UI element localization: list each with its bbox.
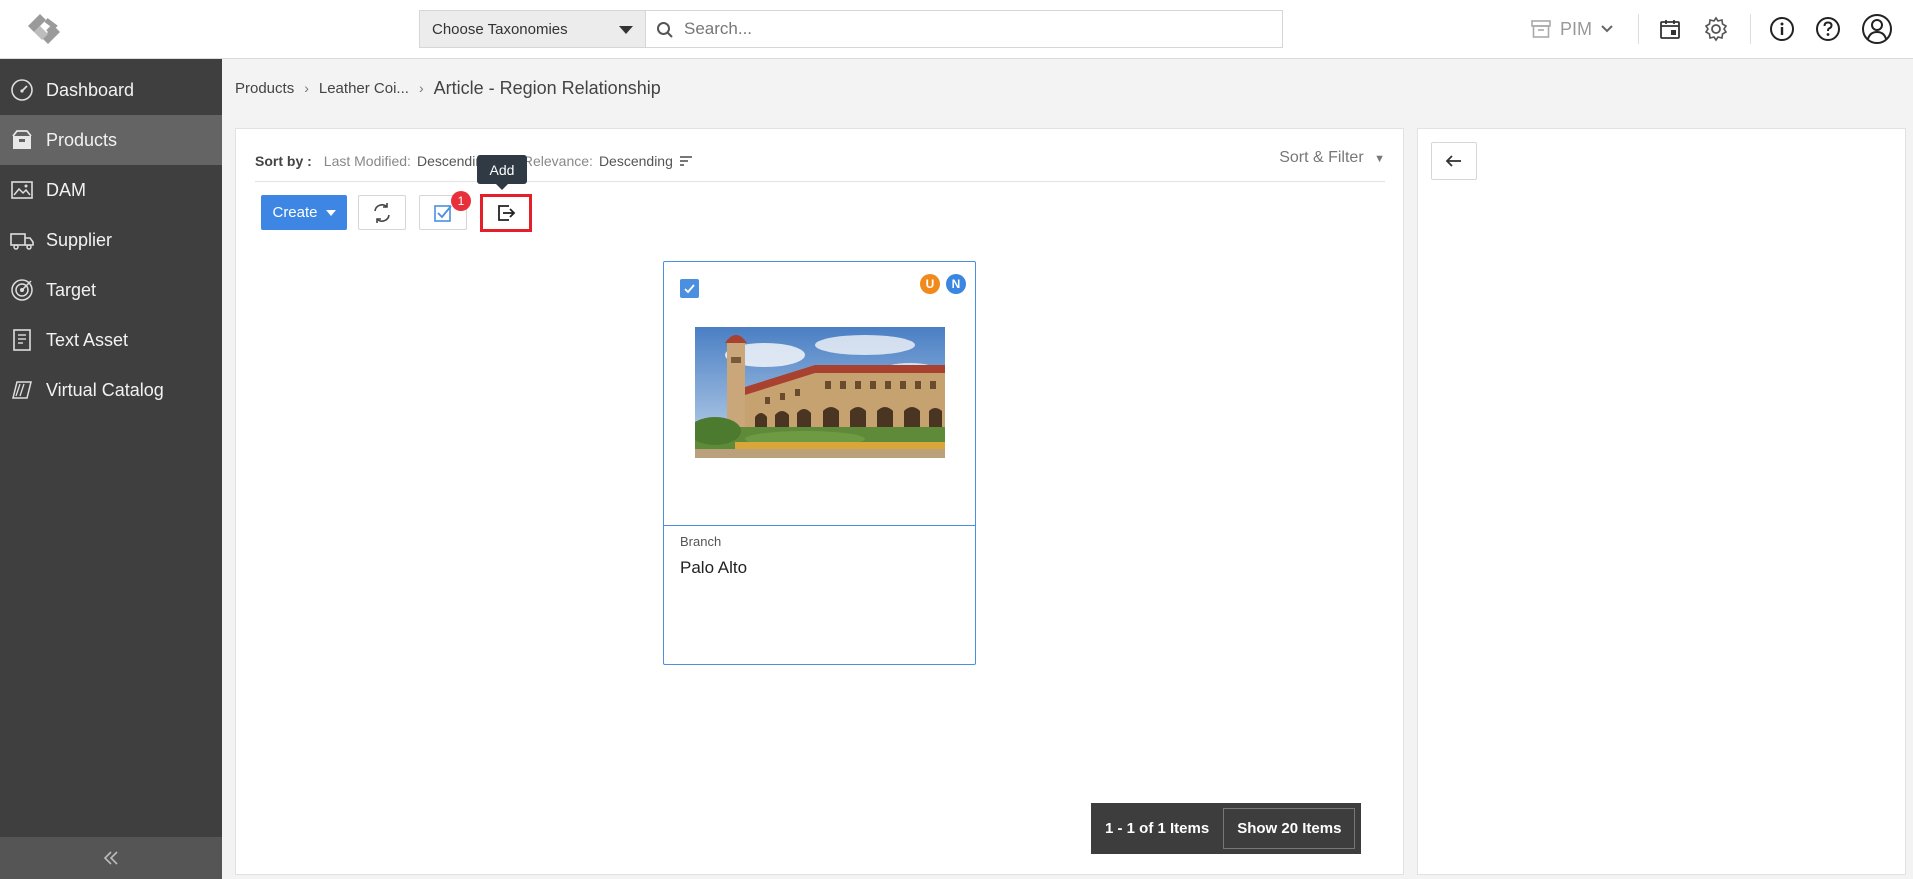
card-thumbnail bbox=[695, 327, 945, 458]
add-export-icon bbox=[498, 205, 516, 221]
taxonomy-select-label: Choose Taxonomies bbox=[432, 21, 568, 38]
status-badge-letter: U bbox=[925, 277, 935, 291]
pagination: 1 - 1 of 1 Items Show 20 Items bbox=[1091, 803, 1362, 854]
search-input[interactable] bbox=[684, 17, 1264, 41]
card-type-label: Branch bbox=[680, 534, 722, 549]
sidebar-item-label: Supplier bbox=[46, 229, 113, 250]
gear-icon[interactable] bbox=[1701, 14, 1731, 44]
calendar-icon[interactable] bbox=[1655, 14, 1685, 44]
top-bar: Choose Taxonomies PIM bbox=[0, 0, 1913, 59]
sidebar-item-dam[interactable]: DAM bbox=[0, 165, 222, 215]
box-icon bbox=[9, 127, 35, 153]
card-checkbox[interactable] bbox=[680, 279, 699, 298]
detail-panel bbox=[1417, 128, 1906, 875]
image-icon bbox=[9, 177, 35, 203]
refresh-icon bbox=[374, 202, 390, 223]
sidebar: Dashboard Products DAM Supplier Target T… bbox=[0, 59, 222, 879]
logo-icon[interactable] bbox=[20, 10, 68, 48]
divider bbox=[1750, 14, 1751, 44]
sidebar-item-label: Products bbox=[46, 129, 118, 150]
divider bbox=[664, 525, 975, 526]
sidebar-item-target[interactable]: Target bbox=[0, 265, 222, 315]
caret-down-icon: ▼ bbox=[1374, 153, 1385, 165]
caret-down-icon bbox=[325, 209, 336, 216]
checkbox-icon bbox=[434, 204, 452, 222]
page-size-button[interactable]: Show 20 Items bbox=[1223, 808, 1356, 849]
create-button[interactable]: Create bbox=[261, 195, 347, 230]
results-panel: Sort by : Last Modified: Descending Rele… bbox=[235, 128, 1404, 875]
create-button-label: Create bbox=[272, 204, 318, 221]
breadcrumb-item-leather[interactable]: Leather Coi... bbox=[319, 80, 409, 97]
archive-icon bbox=[1531, 20, 1551, 38]
double-chevron-left-icon bbox=[103, 851, 118, 865]
add-tooltip: Add bbox=[477, 155, 527, 190]
user-icon[interactable] bbox=[1860, 12, 1894, 46]
divider bbox=[1638, 14, 1639, 44]
sort-by-label: Sort by : bbox=[255, 153, 312, 169]
refresh-button[interactable] bbox=[358, 195, 406, 230]
collapse-sidebar-button[interactable] bbox=[0, 837, 222, 879]
item-count: 1 - 1 of 1 Items bbox=[1105, 820, 1210, 837]
divider bbox=[255, 181, 1385, 182]
search-icon bbox=[657, 22, 673, 38]
sidebar-item-label: Dashboard bbox=[46, 79, 135, 100]
sidebar-item-label: Target bbox=[46, 279, 97, 300]
breadcrumb-item-products[interactable]: Products bbox=[235, 80, 294, 97]
sort-bar: Sort by : Last Modified: Descending Rele… bbox=[255, 147, 1385, 175]
sidebar-item-label: DAM bbox=[46, 179, 86, 200]
sort-key: Relevance: bbox=[522, 153, 593, 169]
chevron-right-icon: › bbox=[304, 80, 309, 96]
sort-order-icon[interactable] bbox=[679, 155, 693, 167]
sidebar-item-text-asset[interactable]: Text Asset bbox=[0, 315, 222, 365]
sidebar-item-virtual-catalog[interactable]: Virtual Catalog bbox=[0, 365, 222, 415]
add-button[interactable] bbox=[480, 194, 532, 232]
sidebar-item-label: Virtual Catalog bbox=[46, 379, 164, 400]
status-badge-u: U bbox=[920, 274, 940, 294]
catalog-icon bbox=[9, 377, 35, 403]
truck-icon bbox=[9, 227, 35, 253]
taxonomy-select[interactable]: Choose Taxonomies bbox=[419, 10, 645, 48]
card-title: Palo Alto bbox=[680, 558, 748, 577]
gauge-icon bbox=[9, 77, 35, 103]
checkmark-icon bbox=[684, 284, 695, 294]
help-icon[interactable] bbox=[1813, 14, 1843, 44]
search-box bbox=[645, 10, 1283, 48]
sort-filter-button[interactable]: Sort & Filter ▼ bbox=[1279, 149, 1385, 167]
target-icon bbox=[9, 277, 35, 303]
status-badge-letter: N bbox=[951, 277, 961, 291]
status-badge-n: N bbox=[946, 274, 966, 294]
sort-filter-label: Sort & Filter bbox=[1279, 149, 1364, 166]
caret-down-icon bbox=[619, 26, 633, 34]
chevron-down-icon bbox=[1601, 25, 1613, 33]
info-icon[interactable] bbox=[1767, 14, 1797, 44]
document-icon bbox=[9, 327, 35, 353]
selected-count-badge: 1 bbox=[451, 191, 471, 211]
sort-value[interactable]: Descending bbox=[599, 153, 673, 169]
chevron-right-icon: › bbox=[418, 80, 424, 96]
sidebar-item-supplier[interactable]: Supplier bbox=[0, 215, 222, 265]
page-title: Article - Region Relationship bbox=[433, 77, 661, 98]
arrow-left-icon bbox=[1445, 155, 1461, 167]
result-card[interactable]: U N Branch Palo Alto bbox=[663, 261, 976, 665]
app-switcher[interactable]: PIM bbox=[1530, 14, 1614, 44]
breadcrumb: Products › Leather Coi... › Article - Re… bbox=[235, 76, 661, 100]
sidebar-item-dashboard[interactable]: Dashboard bbox=[0, 65, 222, 115]
sidebar-item-label: Text Asset bbox=[46, 329, 129, 350]
back-button[interactable] bbox=[1431, 142, 1477, 180]
sort-key: Last Modified: bbox=[323, 153, 411, 169]
sidebar-item-products[interactable]: Products bbox=[0, 115, 222, 165]
app-switcher-label: PIM bbox=[1560, 18, 1593, 39]
